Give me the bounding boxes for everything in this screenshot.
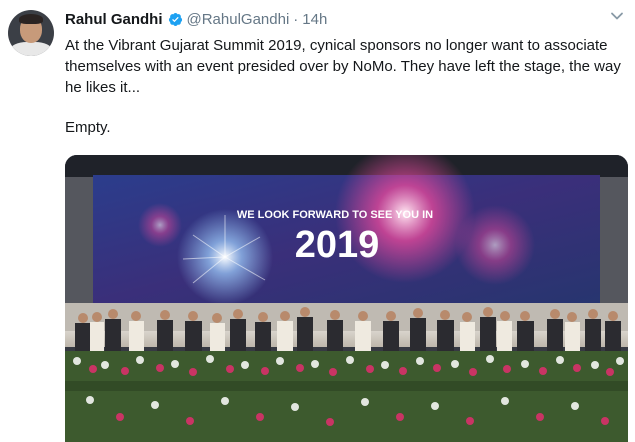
author-handle[interactable]: @RahulGandhi bbox=[187, 11, 290, 28]
tweet-body-paragraph: Empty. bbox=[65, 119, 111, 136]
tweet-header: Rahul Gandhi @RahulGandhi · 14h bbox=[65, 9, 327, 29]
verified-badge-icon bbox=[168, 12, 182, 26]
banner-year: 2019 bbox=[295, 224, 380, 266]
tweet-card[interactable]: Rahul Gandhi @RahulGandhi · 14h At the V… bbox=[0, 0, 635, 442]
separator-dot: · bbox=[293, 10, 299, 28]
avatar-hair bbox=[19, 14, 43, 24]
banner-text: WE LOOK FORWARD TO SEE YOU IN bbox=[237, 209, 433, 221]
tweet-timestamp[interactable]: 14h bbox=[302, 11, 327, 28]
tweet-body-paragraph: At the Vibrant Gujarat Summit 2019, cyni… bbox=[65, 37, 621, 96]
chevron-down-icon[interactable] bbox=[609, 8, 625, 24]
summit-stage-image: WE LOOK FORWARD TO SEE YOU IN 2019 bbox=[65, 155, 628, 442]
tweet-photo[interactable]: WE LOOK FORWARD TO SEE YOU IN 2019 bbox=[65, 155, 628, 442]
tweet-text: At the Vibrant Gujarat Summit 2019, cyni… bbox=[65, 35, 625, 138]
author-name[interactable]: Rahul Gandhi bbox=[65, 11, 163, 28]
avatar[interactable] bbox=[8, 10, 54, 56]
avatar-shirt bbox=[10, 42, 52, 56]
